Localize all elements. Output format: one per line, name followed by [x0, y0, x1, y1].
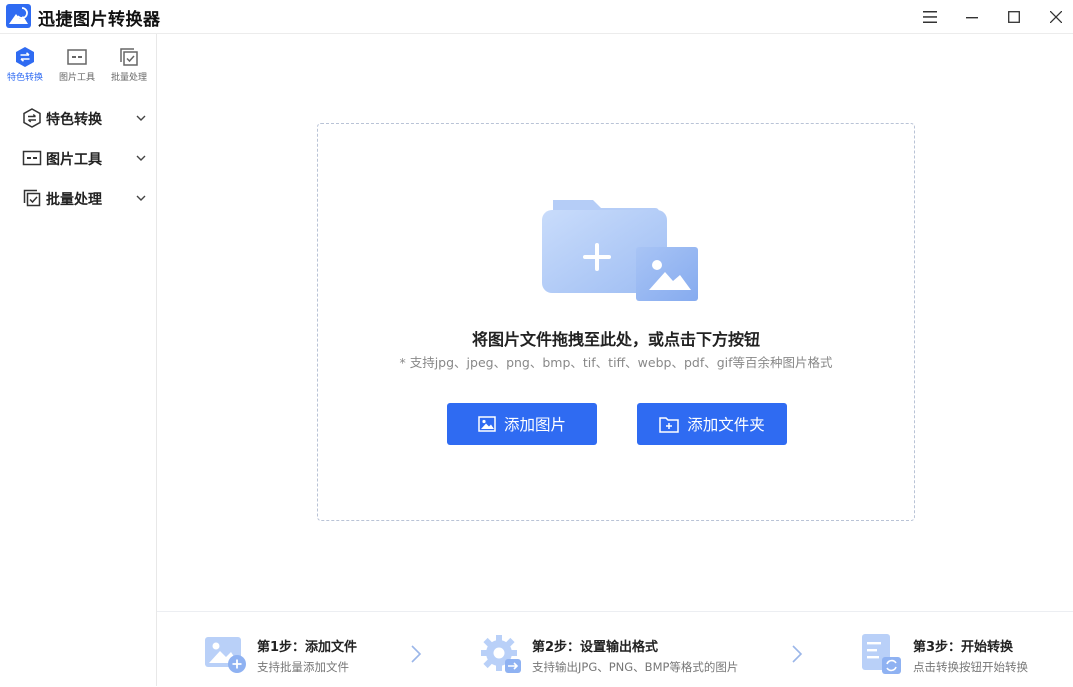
add-image-label: 添加图片 — [503, 416, 566, 434]
title-bar: 迅捷图片转换器 — [0, 0, 1073, 34]
close-icon — [1050, 10, 1062, 23]
file-drop-zone[interactable] — [317, 123, 915, 521]
app-logo-icon — [6, 4, 31, 28]
menu-item-batch-process[interactable]: 批量处理 — [0, 182, 156, 214]
convert-document-step-icon — [862, 634, 901, 674]
minimize-icon — [966, 16, 978, 18]
exchange-hexagon-icon — [16, 47, 34, 67]
chevron-down-icon — [136, 195, 146, 201]
menu-button[interactable] — [908, 0, 952, 33]
tab-label: 图片工具 — [58, 73, 95, 83]
batch-check-icon — [23, 189, 41, 207]
minimize-button[interactable] — [950, 0, 994, 33]
image-icon — [478, 416, 496, 432]
menu-item-special-convert[interactable]: 特色转换 — [0, 102, 156, 134]
add-folder-label: 添加文件夹 — [687, 416, 765, 434]
step-2-title: 第2步：设置输出格式 — [532, 640, 659, 655]
sidebar-top-tabs: 特色转换 图片工具 批量处理 — [0, 46, 156, 86]
menu-item-image-tools[interactable]: 图片工具 — [0, 142, 156, 174]
image-tool-icon — [22, 150, 42, 166]
step-2-desc: 支持输出JPG、PNG、BMP等格式的图片 — [532, 660, 739, 674]
step-1-desc: 支持批量添加文件 — [257, 660, 349, 674]
sidebar: 特色转换 图片工具 批量处理 特色转换 图片工具 批量处理 — [0, 34, 157, 686]
tab-image-tools[interactable]: 图片工具 — [52, 46, 102, 86]
add-folder-button[interactable]: 添加文件夹 — [637, 403, 787, 445]
step-3-desc: 点击转换按钮开始转换 — [913, 660, 1028, 674]
maximize-icon — [1008, 10, 1020, 23]
add-image-button[interactable]: 添加图片 — [447, 403, 597, 445]
add-image-step-icon — [205, 637, 246, 673]
batch-check-icon — [120, 48, 138, 66]
exchange-hexagon-icon — [23, 108, 41, 128]
menu-item-label: 特色转换 — [46, 112, 102, 128]
folder-image-illustration — [542, 200, 698, 301]
folder-plus-icon — [659, 416, 679, 433]
app-title: 迅捷图片转换器 — [38, 10, 161, 30]
maximize-button[interactable] — [992, 0, 1036, 33]
tab-special-convert[interactable]: 特色转换 — [0, 46, 50, 86]
menu-item-label: 批量处理 — [46, 192, 102, 208]
hamburger-menu-icon — [923, 10, 937, 23]
tab-label: 批量处理 — [110, 73, 147, 83]
image-tool-icon — [67, 49, 87, 65]
gear-step-icon — [481, 635, 521, 673]
supported-formats-hint: * 支持jpg、jpeg、png、bmp、tif、tiff、webp、pdf、g… — [399, 355, 833, 370]
close-button[interactable] — [1034, 0, 1073, 33]
tab-label: 特色转换 — [6, 73, 43, 83]
chevron-down-icon — [136, 115, 146, 121]
step-1-title: 第1步：添加文件 — [257, 640, 358, 655]
chevron-right-icon — [792, 645, 803, 663]
chevron-right-icon — [411, 645, 422, 663]
steps-guide: 第1步：添加文件 支持批量添加文件 第2步：设置输出格式 支持输出JPG、PNG… — [157, 611, 1073, 687]
chevron-down-icon — [136, 155, 146, 161]
step-3-title: 第3步：开始转换 — [913, 640, 1014, 655]
drop-zone-title: 将图片文件拖拽至此处，或点击下方按钮 — [471, 330, 760, 349]
menu-item-label: 图片工具 — [46, 152, 102, 168]
tab-batch-process[interactable]: 批量处理 — [104, 46, 154, 86]
